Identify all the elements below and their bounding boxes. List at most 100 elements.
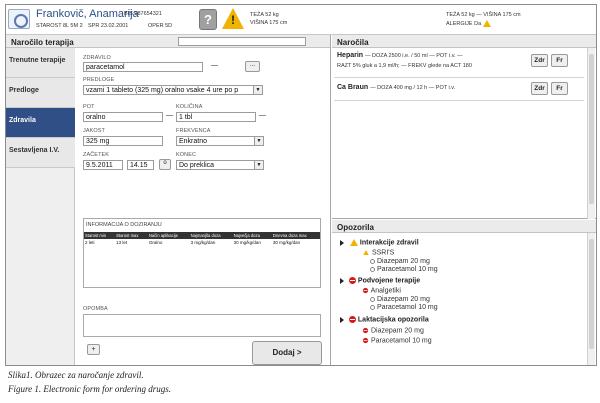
warning-subgroup: SSRI'S: [362, 249, 394, 256]
warning-item-label: Paracetamol 10 mg: [376, 266, 438, 273]
tab-templates[interactable]: Predloge: [6, 78, 75, 108]
warning-group-title: Podvojene terapije: [357, 277, 421, 285]
help-button[interactable]: ?: [199, 9, 217, 30]
warning-item[interactable]: Paracetamol 10 mg: [370, 266, 438, 273]
warning-subgroup: Analgetiki: [362, 287, 401, 294]
warnings-panel-title: Opozorila: [332, 220, 596, 233]
template-value: vzami 1 tableto (325 mg) oralno vsake 4 …: [86, 87, 239, 94]
warning-item-label: Diazepam 20 mg: [376, 258, 430, 265]
caption-slovenian: Slika1. Obrazec za naročanje zdravil.: [8, 370, 144, 380]
patient-avatar-icon: [8, 9, 30, 29]
note-textarea[interactable]: [83, 314, 321, 337]
orders-scrollbar[interactable]: [587, 48, 595, 219]
template-label: PREDLOGE: [83, 77, 115, 83]
order-edit-freq-button[interactable]: Fr: [551, 82, 568, 95]
warning-item-label: Paracetamol 10 mg: [376, 304, 438, 311]
drug-label: ZDRAVILO: [83, 55, 111, 61]
allergy-warning-icon: [482, 20, 491, 27]
patient-height: VIŠINA 175 cm: [250, 20, 288, 26]
allergy-text: ALERGIJE Da: [446, 20, 482, 27]
warning-group-title: Interakcije zdravil: [359, 239, 419, 247]
warning-item[interactable]: Diazepam 20 mg: [362, 327, 424, 334]
tab-label: Sestavljena I.V.: [9, 147, 60, 154]
start-date-input[interactable]: 9.5.2011: [83, 160, 123, 170]
order-panel-title-text: Naročilo terapija: [11, 38, 74, 47]
dosing-header: Starost max: [115, 232, 148, 239]
drug-browse-button[interactable]: ...: [245, 61, 260, 72]
route-input[interactable]: oralno: [83, 112, 163, 122]
warning-group[interactable]: Interakcije zdravil: [340, 239, 419, 246]
caption-english: Figure 1. Electronic form for ordering d…: [8, 384, 171, 394]
radio-icon: [370, 258, 375, 264]
warning-icon: [363, 250, 369, 255]
tab-current-therapies[interactable]: Trenutne terapije: [6, 48, 75, 78]
warning-group-title: Laktacijska opozorila: [357, 316, 429, 324]
expand-arrow-icon[interactable]: [340, 316, 344, 323]
expand-arrow-icon[interactable]: [340, 239, 344, 246]
drug-input[interactable]: paracetamol: [83, 62, 203, 72]
tab-drugs[interactable]: Zdravila: [6, 108, 75, 138]
no-entry-icon: [362, 337, 369, 344]
dosing-info-title: INFORMACIJA O DOZIRANJU: [86, 222, 162, 228]
warning-item[interactable]: Paracetamol 10 mg: [362, 337, 432, 344]
route-label: POT: [83, 104, 95, 110]
warnings-panel: Opozorila Interakcije zdravil SSRI'S Dia…: [332, 220, 596, 365]
frequency-select[interactable]: Enkratno: [176, 136, 264, 146]
frequency-label: FREKVENCA: [176, 128, 211, 134]
expand-arrow-icon[interactable]: [340, 277, 344, 284]
quantity-input[interactable]: 1 tbl: [176, 112, 256, 122]
order-edit-freq-button[interactable]: Fr: [551, 54, 568, 67]
end-select[interactable]: Do preklica: [176, 160, 264, 170]
help-icon: ?: [204, 12, 212, 27]
order-details: — DOZA 2500 i.e. / 50 ml — POT i.v. —: [365, 53, 463, 59]
order-drug-name: Heparin: [337, 52, 364, 59]
warning-subgroup-label: SSRI'S: [371, 249, 395, 257]
warnings-scrollbar[interactable]: [587, 233, 595, 365]
patient-allergy[interactable]: ALERGIJE Da: [446, 20, 491, 27]
tab-iv-compounds[interactable]: Sestavljena I.V.: [6, 138, 75, 168]
order-drug-name: Ca Braun: [337, 84, 369, 91]
dosing-header-row: Starost min Starost max Način aplikacije…: [84, 232, 320, 239]
dosing-header: Dnevna doza max: [271, 232, 320, 239]
dosing-header: Način aplikacije: [147, 232, 190, 239]
template-select[interactable]: vzami 1 tableto (325 mg) oralno vsake 4 …: [83, 85, 263, 95]
warning-item[interactable]: Paracetamol 10 mg: [370, 304, 438, 311]
strength-label: JAKOST: [83, 128, 105, 134]
drug-dash: —: [211, 62, 218, 69]
no-entry-icon: [362, 287, 369, 294]
submit-order-button[interactable]: Dodaj >: [252, 341, 322, 365]
tab-label: Trenutne terapije: [9, 57, 66, 64]
dosing-header: Največja doza: [232, 232, 272, 239]
warning-group[interactable]: Podvojene terapije: [340, 277, 420, 284]
note-label: OPOMBA: [83, 306, 108, 312]
end-value: Do preklica: [179, 162, 215, 169]
no-entry-icon: [348, 277, 356, 284]
warning-icon-glyph: !: [231, 13, 235, 27]
add-note-button[interactable]: +: [87, 344, 100, 355]
warning-icon: [349, 239, 358, 246]
end-label: KONEC: [176, 152, 197, 158]
order-search-input[interactable]: [178, 37, 306, 46]
tab-column: Trenutne terapije Predloge Zdravila Sest…: [6, 48, 75, 365]
warning-group[interactable]: Laktacijska opozorila: [340, 316, 429, 323]
patient-age: STAROST 8L 5M 2: [36, 23, 83, 29]
quantity-label: KOLIČINA: [176, 104, 203, 110]
dosing-cell: 2 leti: [85, 240, 95, 245]
order-row[interactable]: Heparin — DOZA 2500 i.e. / 50 ml — POT i…: [334, 50, 584, 78]
strength-input[interactable]: 325 mg: [83, 136, 163, 146]
order-edit-drug-button[interactable]: Zdr: [531, 54, 548, 67]
no-entry-icon: [348, 316, 356, 323]
time-picker-button[interactable]: o: [159, 159, 171, 170]
dosing-info-box: INFORMACIJA O DOZIRANJU Starost min Star…: [83, 218, 321, 288]
radio-icon: [370, 296, 375, 302]
dosing-cell: 3 mg/kg/dan: [190, 240, 216, 245]
patient-oper: OPER 5D: [148, 23, 173, 29]
order-edit-drug-button[interactable]: Zdr: [531, 82, 548, 95]
warning-item[interactable]: Diazepam 20 mg: [370, 296, 430, 303]
tab-label: Predloge: [9, 87, 39, 94]
start-time-input[interactable]: 14.15: [127, 160, 154, 170]
warning-item[interactable]: Diazepam 20 mg: [370, 258, 430, 265]
order-details: — DOZA 400 mg / 12 h — POT i.v.: [370, 85, 456, 91]
order-row[interactable]: Ca Braun — DOZA 400 mg / 12 h — POT i.v.…: [334, 79, 584, 101]
patient-spr: SPR 23.02.2001: [88, 23, 129, 29]
